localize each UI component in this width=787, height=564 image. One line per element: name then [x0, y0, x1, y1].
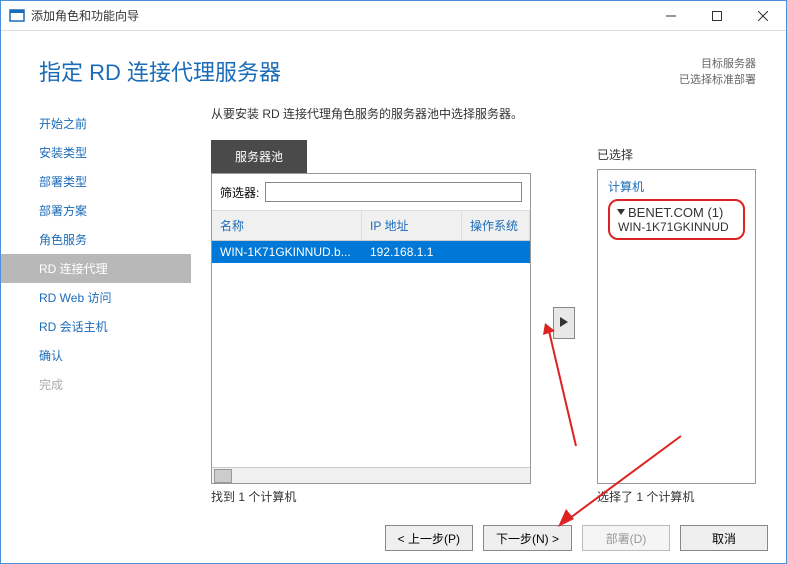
col-header-name[interactable]: 名称: [212, 211, 362, 240]
filter-input[interactable]: [265, 182, 522, 202]
pool-row: 服务器池 筛选器: 名称 IP 地址 操作系统: [211, 140, 756, 505]
previous-button[interactable]: < 上一步(P): [385, 525, 473, 551]
cell-name: WIN-1K71GKINNUD.b...: [212, 241, 362, 263]
selected-label: 已选择: [597, 140, 756, 163]
header-meta: 目标服务器 已选择标准部署: [679, 55, 756, 87]
maximize-button[interactable]: [694, 1, 740, 31]
chevron-right-icon: [560, 316, 568, 330]
sidebar-item-confirm[interactable]: 确认: [1, 341, 191, 370]
sidebar-item-complete: 完成: [1, 370, 191, 399]
cell-ip: 192.168.1.1: [362, 241, 462, 263]
cell-os: [462, 241, 530, 263]
sidebar-item-rd-web[interactable]: RD Web 访问: [1, 283, 191, 312]
found-count: 找到 1 个计算机: [211, 488, 531, 505]
deployment-label: 已选择标准部署: [679, 71, 756, 87]
deploy-button: 部署(D): [582, 525, 670, 551]
selected-panel: 已选择 计算机 BENET.COM (1) WIN-1K71GKINNUD 选择…: [597, 140, 756, 505]
sidebar-item-role-services[interactable]: 角色服务: [1, 225, 191, 254]
content: 开始之前 安装类型 部署类型 部署方案 角色服务 RD 连接代理 RD Web …: [1, 105, 786, 505]
next-button[interactable]: 下一步(N) >: [483, 525, 572, 551]
horizontal-scrollbar[interactable]: [212, 467, 530, 483]
wizard-sidebar: 开始之前 安装类型 部署类型 部署方案 角色服务 RD 连接代理 RD Web …: [1, 105, 191, 505]
tab-server-pool[interactable]: 服务器池: [211, 140, 307, 173]
instruction-text: 从要安装 RD 连接代理角色服务的服务器池中选择服务器。: [211, 105, 756, 122]
server-pool-panel: 服务器池 筛选器: 名称 IP 地址 操作系统: [211, 140, 531, 505]
selected-box: 计算机 BENET.COM (1) WIN-1K71GKINNUD: [597, 169, 756, 484]
selected-group-title: BENET.COM (1): [618, 205, 735, 220]
sidebar-item-deploy-scenario[interactable]: 部署方案: [1, 196, 191, 225]
selected-group[interactable]: BENET.COM (1) WIN-1K71GKINNUD: [608, 199, 745, 240]
window-title: 添加角色和功能向导: [31, 7, 648, 24]
server-row[interactable]: WIN-1K71GKINNUD.b... 192.168.1.1: [212, 241, 530, 263]
grid-body: WIN-1K71GKINNUD.b... 192.168.1.1: [212, 241, 530, 467]
close-button[interactable]: [740, 1, 786, 31]
target-label: 目标服务器: [679, 55, 756, 71]
sidebar-item-deploy-type[interactable]: 部署类型: [1, 167, 191, 196]
filter-row: 筛选器:: [212, 174, 530, 211]
triangle-down-icon: [617, 209, 625, 215]
filter-label: 筛选器:: [220, 184, 259, 201]
sidebar-item-rd-session-host[interactable]: RD 会话主机: [1, 312, 191, 341]
main-panel: 从要安装 RD 连接代理角色服务的服务器池中选择服务器。 服务器池 筛选器: 名…: [191, 105, 756, 505]
selected-item[interactable]: WIN-1K71GKINNUD: [618, 220, 735, 234]
sidebar-item-install-type[interactable]: 安装类型: [1, 138, 191, 167]
pool-tabs: 服务器池: [211, 140, 531, 173]
wizard-buttons: < 上一步(P) 下一步(N) > 部署(D) 取消: [385, 525, 768, 551]
selected-header: 计算机: [604, 176, 749, 199]
transfer-column: [551, 140, 577, 505]
wizard-window: 添加角色和功能向导 指定 RD 连接代理服务器 目标服务器 已选择标准部署 开始…: [0, 0, 787, 564]
add-server-button[interactable]: [553, 307, 575, 339]
page-header: 指定 RD 连接代理服务器 目标服务器 已选择标准部署: [1, 31, 786, 105]
sidebar-item-before-begin[interactable]: 开始之前: [1, 109, 191, 138]
titlebar: 添加角色和功能向导: [1, 1, 786, 31]
col-header-os[interactable]: 操作系统: [462, 211, 530, 240]
page-title: 指定 RD 连接代理服务器: [39, 55, 679, 87]
window-controls: [648, 1, 786, 31]
app-icon: [9, 8, 25, 24]
minimize-button[interactable]: [648, 1, 694, 31]
selected-count: 选择了 1 个计算机: [597, 488, 756, 505]
col-header-ip[interactable]: IP 地址: [362, 211, 462, 240]
pool-body: 筛选器: 名称 IP 地址 操作系统 WIN-1K71GKINNUD.b... …: [211, 173, 531, 484]
sidebar-item-rd-broker[interactable]: RD 连接代理: [1, 254, 191, 283]
cancel-button[interactable]: 取消: [680, 525, 768, 551]
grid-header: 名称 IP 地址 操作系统: [212, 211, 530, 241]
